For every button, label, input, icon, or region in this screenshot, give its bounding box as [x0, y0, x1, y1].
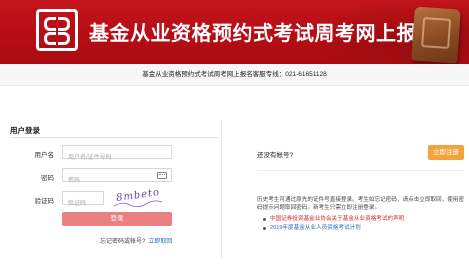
notice-link-exam-plan[interactable]: 2019年度基金从业人员资格考试计划 [263, 224, 404, 233]
site-title: 基金从业资格预约式考试周考网上报名 [89, 21, 438, 45]
login-button[interactable]: 登录 [62, 212, 172, 226]
username-input[interactable] [63, 152, 171, 164]
register-divider [257, 170, 464, 171]
captcha-noise-icon [113, 200, 163, 208]
forgot-password: 忘记密码或帐号? 立即取回 [100, 236, 172, 245]
username-field[interactable] [62, 145, 172, 164]
notice-link-statement[interactable]: 中国证券投资基金业协会关于基金从业资格考试的声明 [263, 215, 404, 224]
notice-list: 中国证券投资基金业协会关于基金从业资格考试的声明 2019年度基金从业人员资格考… [263, 215, 404, 232]
username-label: 用户名 [34, 152, 55, 159]
password-label: 密码 [41, 175, 54, 182]
keyboard-icon[interactable] [157, 172, 167, 179]
captcha-image[interactable]: 8mbeto [112, 187, 164, 208]
amac-logo-icon [36, 9, 78, 51]
section-divider [10, 137, 218, 138]
retrieve-link[interactable]: 立即取回 [148, 239, 172, 245]
captcha-input[interactable] [63, 198, 103, 210]
captcha-field[interactable] [62, 191, 104, 210]
hotline-bar: 基金从业资格预约式考试周考网上报名客服专线：021-61651128 [0, 64, 469, 86]
seal-stamp-icon [411, 6, 461, 64]
password-field[interactable] [62, 168, 172, 187]
captcha-label: 验证码 [34, 198, 55, 205]
login-note: 历史考生可通过原先的证件号直接登录。考生如忘记密码，请点击立即取回，使用密码提示… [257, 197, 464, 211]
register-button[interactable]: 立即注册 [428, 145, 464, 160]
password-input[interactable] [63, 175, 171, 187]
login-section-title: 用户登录 [10, 126, 40, 135]
header-banner: 基金从业资格预约式考试周考网上报名 [0, 0, 469, 64]
no-account-text: 还没有帐号? [257, 152, 294, 159]
vertical-divider [221, 120, 222, 258]
forgot-text: 忘记密码或帐号? [100, 239, 146, 245]
